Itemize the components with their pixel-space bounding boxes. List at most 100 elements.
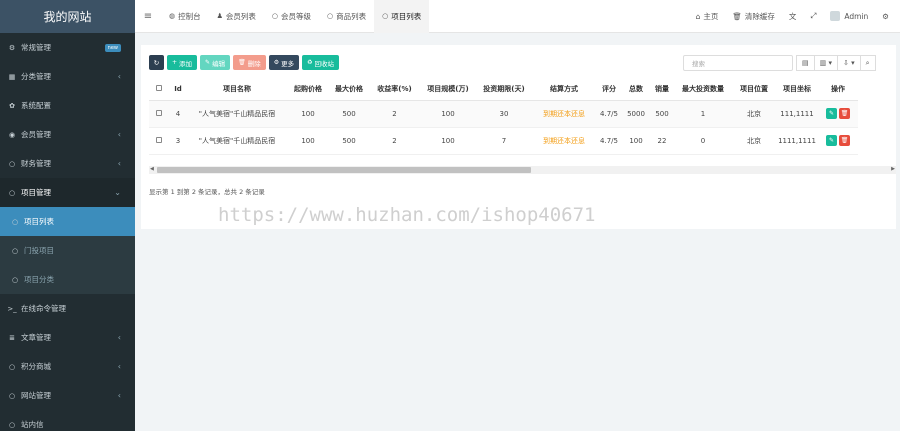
table-row[interactable]: 3 "人气美宿"千山精品民宿 100 500 2 100 7 到期还本还息 4.… [149, 127, 858, 155]
tab-project-list[interactable]: ○ 项目列表 [374, 0, 430, 33]
refresh-button[interactable]: ↻ [149, 55, 164, 70]
column-header[interactable]: 项目名称 [187, 79, 287, 101]
user-icon: ♟ [216, 12, 223, 20]
clear-cache-link[interactable]: 🗑 清除缓存 [725, 11, 782, 22]
column-header[interactable]: 结算方式 [532, 79, 596, 101]
column-header[interactable]: 项目位置 [732, 79, 776, 101]
tab-label: 控制台 [178, 11, 201, 21]
tab-product-list[interactable]: ○ 商品列表 [319, 0, 374, 33]
sidebar-item-door-projects[interactable]: ○ 门投项目 [0, 236, 135, 265]
sidebar-item-messages[interactable]: ○ 站内信 [0, 410, 135, 431]
tab-dashboard[interactable]: ◍ 控制台 [161, 0, 209, 33]
search-button[interactable]: ⌕ [859, 55, 876, 71]
circle-icon: ○ [8, 420, 16, 429]
sidebar-item-online-command[interactable]: >_ 在线命令管理 [0, 294, 135, 323]
column-header[interactable]: 最大投资数量 [674, 79, 732, 101]
sidebar-item-articles[interactable]: ≣ 文章管理 ‹ [0, 323, 135, 352]
add-button[interactable]: + 添加 [167, 55, 198, 70]
row-edit-button[interactable]: ✎ [826, 108, 837, 119]
cell-location: 北京 [732, 127, 776, 155]
cell-period: 7 [476, 127, 532, 155]
user-menu[interactable]: Admin [823, 11, 875, 21]
home-label: 主页 [703, 11, 719, 21]
sidebar-menu: ⚙ 常规管理 new ▦ 分类管理 ‹ ✿ 系统配置 ◉ 会员管理 ‹ ○ 财务… [0, 33, 135, 431]
delete-button[interactable]: 🗑 删除 [233, 55, 266, 70]
cell-coords: 1111,1111 [776, 127, 818, 155]
column-header[interactable]: 起购价格 [287, 79, 329, 101]
home-link[interactable]: ⌂ 主页 [689, 11, 726, 22]
scroll-left-icon[interactable]: ◀ [150, 166, 154, 172]
sidebar-item-system-config[interactable]: ✿ 系统配置 [0, 91, 135, 120]
column-header[interactable]: 收益率(%) [369, 79, 420, 101]
fullscreen-icon[interactable]: ⤢ [803, 11, 823, 21]
column-header[interactable]: 投资期限(天) [476, 79, 532, 101]
sidebar-item-label: 文章管理 [21, 333, 51, 342]
column-header[interactable]: 最大价格 [329, 79, 369, 101]
chevron-left-icon: ‹ [117, 159, 121, 168]
circle-icon: ○ [11, 275, 19, 284]
row-checkbox[interactable] [149, 100, 169, 128]
sidebar-item-label: 网站管理 [21, 391, 51, 400]
tab-label: 会员等级 [281, 11, 311, 21]
circle-icon: ○ [8, 391, 16, 400]
select-all-checkbox[interactable] [149, 79, 169, 101]
sidebar-item-members[interactable]: ◉ 会员管理 ‹ [0, 120, 135, 149]
sidebar-item-label: 积分商城 [21, 362, 51, 371]
tab-member-list[interactable]: ♟ 会员列表 [209, 0, 264, 33]
table-row[interactable]: 4 "人气美宿"千山精品民宿 100 500 2 100 30 到期还本还息 4… [149, 100, 858, 128]
edit-button[interactable]: ✎ 编辑 [200, 55, 231, 70]
row-delete-button[interactable]: 🗑 [839, 135, 850, 146]
cell-scale: 100 [420, 127, 476, 155]
sidebar-item-projects[interactable]: ○ 项目管理 ⌄ [0, 178, 135, 207]
user-circle-icon: ◉ [8, 130, 16, 139]
recycle-label: 回收站 [314, 59, 334, 68]
settings-icon[interactable]: ⚙ [875, 12, 896, 21]
view-toggle-button[interactable]: ▤ [796, 55, 815, 71]
column-header[interactable]: 销量 [650, 79, 674, 101]
sidebar-item-label: 会员管理 [21, 130, 51, 139]
column-header[interactable]: 总数 [622, 79, 650, 101]
sidebar-item-label: 系统配置 [21, 101, 51, 110]
more-button[interactable]: ⚙ 更多 [268, 55, 300, 70]
sidebar-item-general[interactable]: ⚙ 常规管理 new [0, 33, 135, 62]
recycle-bin-button[interactable]: ♻ 回收站 [302, 55, 339, 70]
scrollbar-thumb[interactable] [157, 167, 531, 173]
column-header[interactable]: 评分 [596, 79, 622, 101]
sidebar-item-category[interactable]: ▦ 分类管理 ‹ [0, 62, 135, 91]
cell-id: 4 [169, 100, 187, 128]
site-brand[interactable]: 我的网站 [0, 0, 135, 33]
circle-icon: ○ [11, 217, 19, 226]
menu-toggle-icon[interactable]: ≡ [139, 11, 157, 22]
row-edit-button[interactable]: ✎ [826, 135, 837, 146]
cell-id: 3 [169, 127, 187, 155]
dashboard-icon: ◍ [169, 12, 176, 20]
circle-icon: ○ [8, 159, 16, 168]
sidebar-item-project-category[interactable]: ○ 项目分类 [0, 265, 135, 294]
row-checkbox[interactable] [149, 127, 169, 155]
sidebar-item-finance[interactable]: ○ 财务管理 ‹ [0, 149, 135, 178]
sidebar-item-site-manage[interactable]: ○ 网站管理 ‹ [0, 381, 135, 410]
cell-max-price: 500 [329, 127, 369, 155]
columns-button[interactable]: ▥ ▾ [813, 55, 838, 71]
main-content: ↻ + 添加 ✎ 编辑 🗑 删除 ⚙ 更多 ♻ 回收站 搜索 ▤ ▥ ▾ ⇩ ▾… [135, 33, 900, 431]
cell-total: 5000 [622, 100, 650, 128]
search-input[interactable]: 搜索 [683, 55, 793, 71]
export-button[interactable]: ⇩ ▾ [836, 55, 861, 71]
horizontal-scrollbar[interactable]: ◀ ▶ [149, 166, 896, 174]
circle-icon: ○ [8, 188, 16, 197]
sidebar-item-label: 常规管理 [21, 43, 51, 52]
column-header[interactable]: 项目坐标 [776, 79, 818, 101]
scroll-right-icon[interactable]: ▶ [891, 166, 895, 172]
cell-settlement: 到期还本还息 [532, 100, 596, 128]
sidebar-item-points-mall[interactable]: ○ 积分商城 ‹ [0, 352, 135, 381]
cell-max-invest: 1 [674, 100, 732, 128]
cell-scale: 100 [420, 100, 476, 128]
sidebar-item-project-list[interactable]: ○ 项目列表 [0, 207, 135, 236]
column-header[interactable]: 项目规模(万) [420, 79, 476, 101]
cell-actions: ✎ 🗑 [818, 100, 858, 128]
row-delete-button[interactable]: 🗑 [839, 108, 850, 119]
tab-member-level[interactable]: ○ 会员等级 [264, 0, 319, 33]
cell-total: 100 [622, 127, 650, 155]
language-icon[interactable]: 文 [782, 11, 804, 22]
column-header[interactable]: Id [169, 79, 187, 101]
